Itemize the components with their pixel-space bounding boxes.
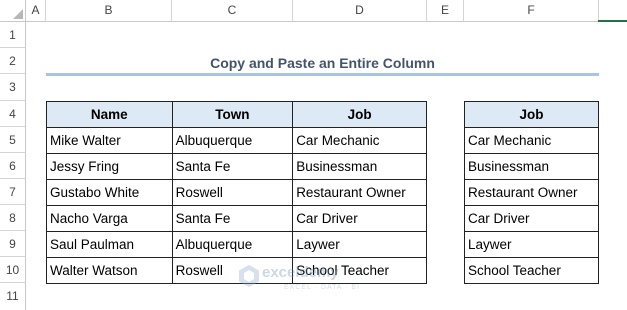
- cell-town[interactable]: Roswell: [171, 179, 294, 206]
- cell-name[interactable]: Gustabo White: [46, 179, 173, 206]
- column-header-d[interactable]: D: [293, 0, 427, 22]
- row-header-11[interactable]: 11: [0, 283, 26, 310]
- table-row: Mike Walter Albuquerque Car Mechanic: [46, 127, 427, 154]
- table-row: Gustabo White Roswell Restaurant Owner: [46, 179, 427, 206]
- pasted-cell-job[interactable]: Car Driver: [464, 205, 599, 232]
- cell-job[interactable]: Laywer: [292, 231, 427, 258]
- pasted-job-table: Job Car Mechanic Businessman Restaurant …: [464, 101, 599, 284]
- cell-job[interactable]: Businessman: [292, 153, 427, 180]
- row-header-6[interactable]: 6: [0, 153, 26, 179]
- table-row: Jessy Fring Santa Fe Businessman: [46, 153, 427, 180]
- data-table: Name Town Job Mike Walter Albuquerque Ca…: [46, 101, 427, 284]
- table-row: Laywer: [464, 231, 599, 258]
- cell-town[interactable]: Santa Fe: [171, 153, 294, 180]
- cell-town[interactable]: Albuquerque: [171, 231, 294, 258]
- column-header-e[interactable]: E: [427, 0, 464, 22]
- row-header-4[interactable]: 4: [0, 101, 26, 127]
- cell-job[interactable]: Car Mechanic: [292, 127, 427, 154]
- cell-job[interactable]: Car Driver: [292, 205, 427, 232]
- table-row: Restaurant Owner: [464, 179, 599, 206]
- header-cell-name[interactable]: Name: [46, 101, 173, 128]
- column-header-b[interactable]: B: [46, 0, 172, 22]
- row-header-1[interactable]: 1: [0, 22, 26, 48]
- select-all-corner[interactable]: [0, 0, 26, 22]
- header-cell-job[interactable]: Job: [292, 101, 427, 128]
- table-row: Car Driver: [464, 205, 599, 232]
- table-row: Nacho Varga Santa Fe Car Driver: [46, 205, 427, 232]
- cell-name[interactable]: Saul Paulman: [46, 231, 173, 258]
- header-cell-town[interactable]: Town: [171, 101, 294, 128]
- cell-job[interactable]: School Teacher: [292, 257, 427, 284]
- table-row: Walter Watson Roswell School Teacher: [46, 257, 427, 284]
- row-header-3[interactable]: 3: [0, 74, 26, 101]
- pasted-cell-job[interactable]: Car Mechanic: [464, 127, 599, 154]
- table-header-row: Name Town Job: [46, 101, 427, 128]
- title-underline: [46, 73, 599, 76]
- selection-indicator: [598, 20, 627, 22]
- cell-name[interactable]: Mike Walter: [46, 127, 173, 154]
- column-header-a[interactable]: A: [26, 0, 46, 22]
- cell-name[interactable]: Jessy Fring: [46, 153, 173, 180]
- pasted-header-cell-job[interactable]: Job: [464, 101, 599, 128]
- cell-town[interactable]: Santa Fe: [171, 205, 294, 232]
- select-all-triangle-icon: [13, 9, 23, 19]
- column-header-f[interactable]: F: [464, 0, 599, 22]
- sheet-title[interactable]: Copy and Paste an Entire Column: [46, 52, 599, 74]
- table-row: Saul Paulman Albuquerque Laywer: [46, 231, 427, 258]
- table-row: Car Mechanic: [464, 127, 599, 154]
- cell-town[interactable]: Roswell: [171, 257, 294, 284]
- pasted-cell-job[interactable]: Restaurant Owner: [464, 179, 599, 206]
- pasted-cell-job[interactable]: Laywer: [464, 231, 599, 258]
- pasted-cell-job[interactable]: Businessman: [464, 153, 599, 180]
- column-header-g[interactable]: [599, 0, 627, 22]
- column-header-c[interactable]: C: [172, 0, 293, 22]
- row-header-7[interactable]: 7: [0, 179, 26, 205]
- table-header-row: Job: [464, 101, 599, 128]
- table-row: School Teacher: [464, 257, 599, 284]
- cell-town[interactable]: Albuquerque: [171, 127, 294, 154]
- row-header-9[interactable]: 9: [0, 231, 26, 257]
- row-header-5[interactable]: 5: [0, 127, 26, 153]
- table-row: Businessman: [464, 153, 599, 180]
- watermark-tagline: EXCEL · DATA · BI: [284, 284, 360, 291]
- cell-name[interactable]: Walter Watson: [46, 257, 173, 284]
- cell-job[interactable]: Restaurant Owner: [292, 179, 427, 206]
- cell-name[interactable]: Nacho Varga: [46, 205, 173, 232]
- row-header-10[interactable]: 10: [0, 257, 26, 283]
- pasted-cell-job[interactable]: School Teacher: [464, 257, 599, 284]
- row-header-8[interactable]: 8: [0, 205, 26, 231]
- row-header-2[interactable]: 2: [0, 48, 26, 74]
